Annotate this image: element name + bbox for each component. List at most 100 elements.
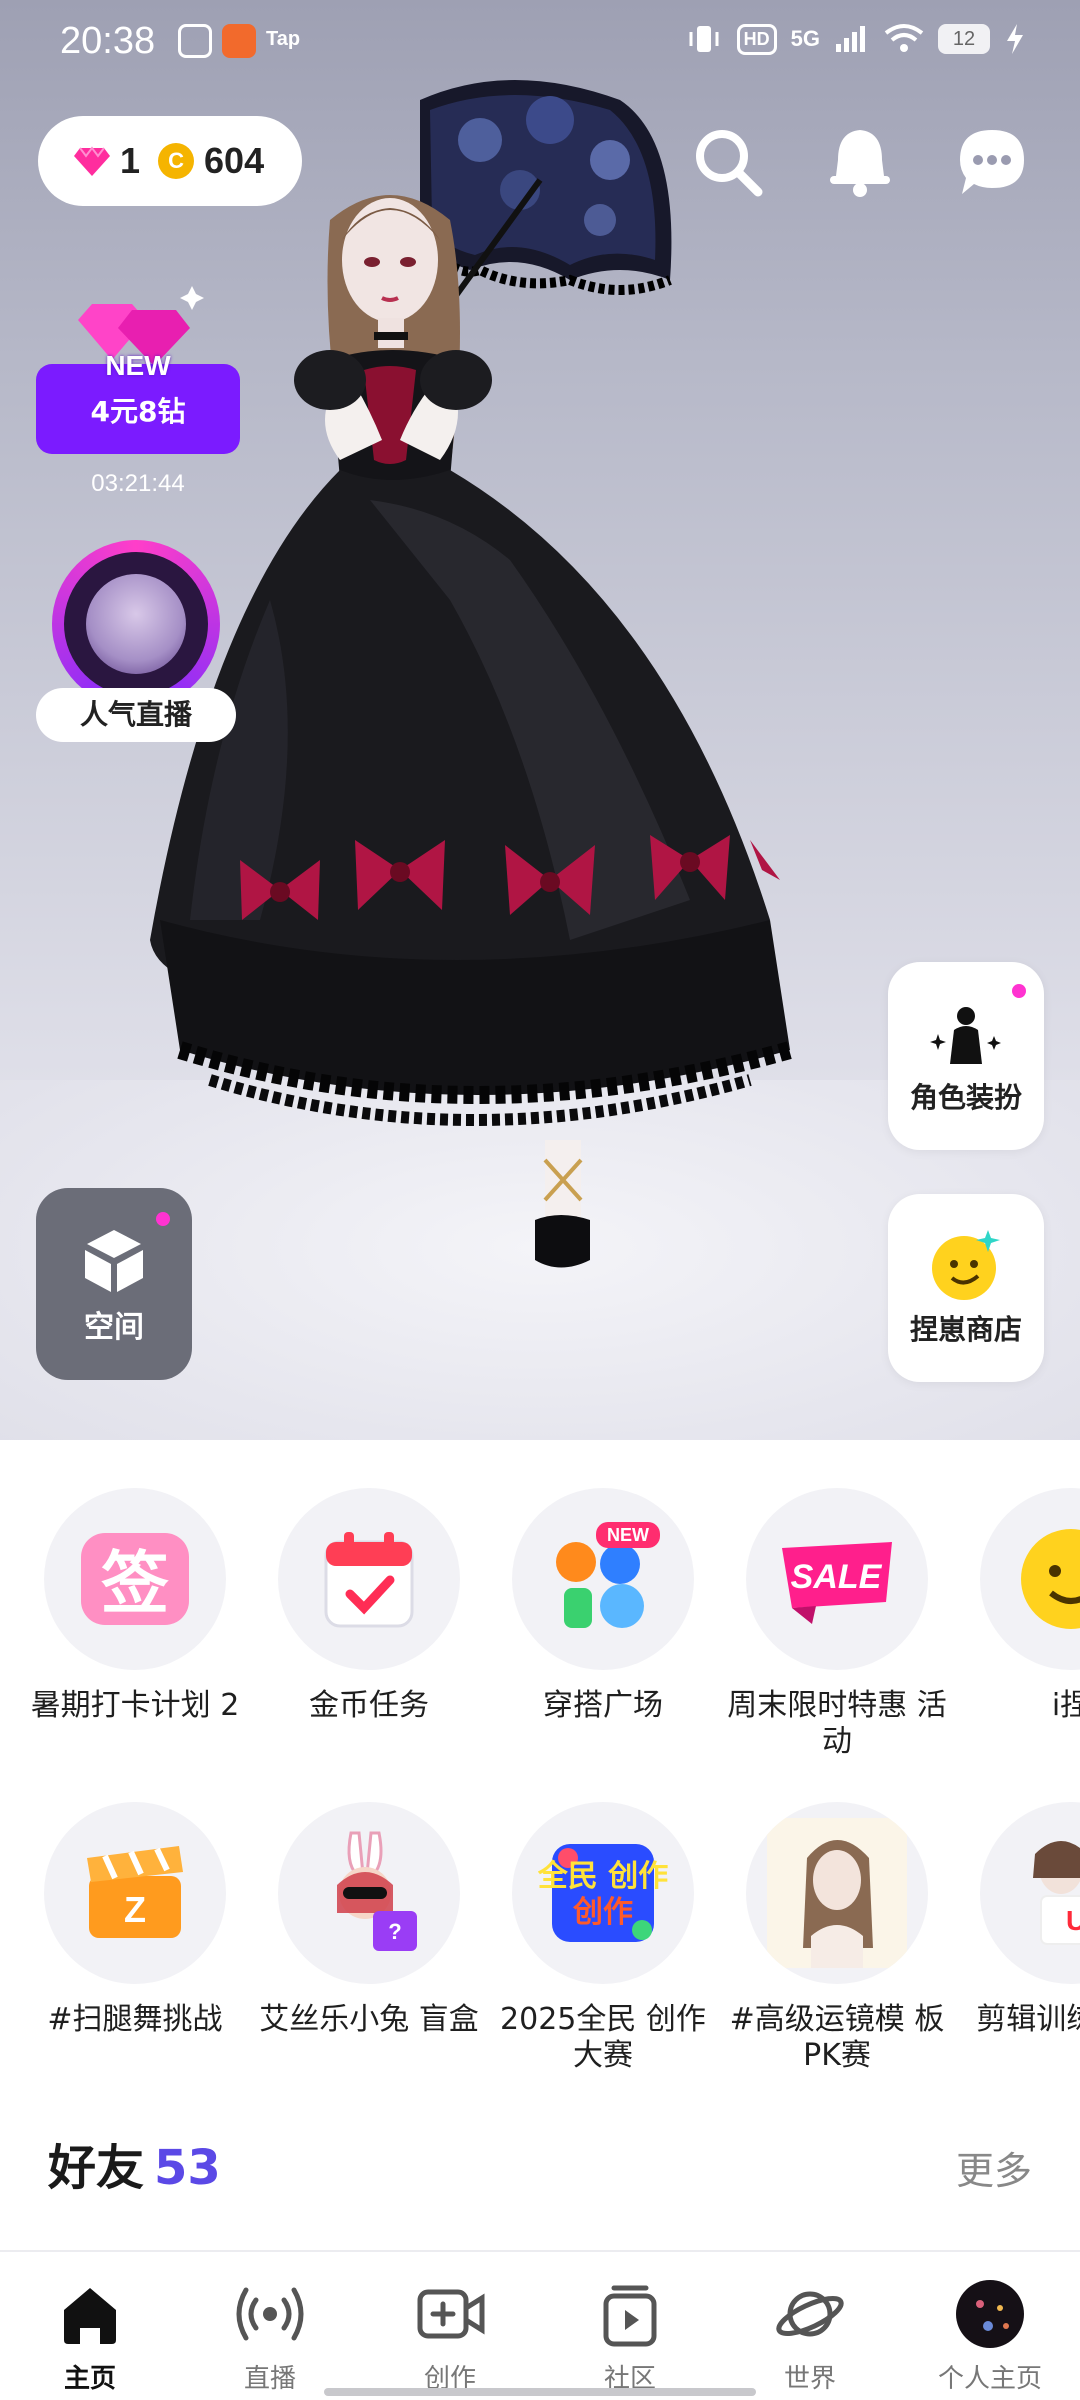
tab-world[interactable]: 世界 [720, 2252, 900, 2400]
search-icon[interactable] [690, 124, 766, 200]
feature-label: 金币任务 [309, 1688, 429, 1723]
space-label: 空间 [84, 1310, 144, 1345]
svg-text:?: ? [388, 1919, 401, 1944]
feature-item[interactable]: 金币任务 [254, 1488, 484, 1724]
space-button[interactable]: 空间 [36, 1188, 192, 1380]
chat-icon[interactable] [954, 124, 1030, 200]
diamond-count: 1 [120, 140, 141, 181]
app-notification-icon [178, 24, 212, 58]
planet-icon [776, 2291, 844, 2337]
broadcast-icon [236, 2287, 304, 2341]
feature-label: 剪辑训练 三期 [976, 2002, 1080, 2037]
diamond-icon [74, 146, 110, 176]
shop-label: 捏崽商店 [909, 1313, 1022, 1346]
app-notification-icon [222, 24, 256, 58]
vibrate-icon [689, 26, 719, 52]
video-add-icon [417, 2289, 485, 2339]
smiley-shop-icon [932, 1230, 1000, 1300]
svg-text:Z: Z [124, 1889, 146, 1930]
community-icon [603, 2285, 657, 2347]
costume-label: 角色装扮 [909, 1081, 1022, 1114]
streamer-avatar [86, 574, 186, 674]
hd-icon: HD [736, 23, 777, 55]
sale-tag-icon: SALE [746, 1488, 928, 1670]
contest-icon: 全民 创作 创作 [512, 1802, 694, 1984]
profile-avatar [956, 2280, 1024, 2348]
charging-icon [1007, 24, 1023, 54]
contest-art-text: 全民 创作 [538, 1859, 668, 1894]
smiley-icon [980, 1488, 1080, 1670]
feature-item[interactable]: ? 艾丝乐小兔 盲盒 [254, 1802, 484, 2038]
wifi-icon [884, 24, 924, 52]
feature-row: Z #扫腿舞挑战 ? 艾丝乐小兔 盲盒 全民 创作 创作 2025全民 创作大赛… [0, 1802, 1080, 2102]
calendar-check-icon [278, 1488, 460, 1670]
svg-text:签: 签 [101, 1545, 169, 1624]
tab-home[interactable]: 主页 [0, 2252, 180, 2400]
feature-item[interactable]: NEW 穿搭广场 [488, 1488, 718, 1724]
live-avatar-ring [52, 540, 220, 708]
tab-label: 个人主页 [937, 2364, 1042, 2394]
friends-header: 好友 53 [48, 2128, 221, 2198]
friends-title: 好友 [48, 2140, 145, 2196]
bell-icon[interactable] [822, 124, 898, 200]
notification-dot [1012, 984, 1026, 998]
new-badge: NEW [607, 1525, 649, 1545]
blind-box-icon: ? [278, 1802, 460, 1984]
ugc-icon: UG [980, 1802, 1080, 1984]
popular-live-label: 人气直播 [36, 688, 236, 742]
status-time: 20:38 [60, 20, 156, 62]
battery-icon: 12 [938, 24, 990, 54]
popular-live-button[interactable]: 人气直播 [36, 540, 236, 742]
home-icon [64, 2288, 116, 2344]
svg-text:创作: 创作 [572, 1895, 633, 1930]
portrait-icon [746, 1802, 928, 1984]
avatar-stage: 20:38 Tap HD 5G 12 1 C 604 4元8钻 NEW 03:2… [0, 0, 1080, 1440]
feature-label: #扫腿舞挑战 [47, 2002, 223, 2037]
avatar-character[interactable] [150, 40, 990, 1280]
feature-item[interactable]: Z #扫腿舞挑战 [20, 1802, 250, 2038]
notification-dot [156, 1212, 170, 1226]
clapperboard-icon: Z [44, 1802, 226, 1984]
feature-label: 2025全民 创作大赛 [500, 2002, 706, 2073]
tab-profile[interactable]: 个人主页 [900, 2252, 1080, 2400]
bottom-tab-bar: 主页 直播 创作 社区 世界 个人主页 [0, 2250, 1080, 2400]
feature-label: #高级运镜模 板PK赛 [729, 2002, 945, 2073]
coin-icon: C [158, 143, 195, 179]
cube-icon [85, 1230, 143, 1292]
tap-app-icon: Tap [266, 28, 301, 50]
feature-label: 周末限时特惠 活动 [727, 1688, 947, 1759]
feature-label: i捏 [1051, 1688, 1080, 1723]
sign-in-icon: 签 [44, 1488, 226, 1670]
costume-button[interactable]: 角色装扮 [888, 962, 1044, 1150]
sale-badge: SALE [791, 1558, 883, 1596]
feature-panel: 签 暑期打卡计划 2 金币任务 NEW 穿搭广场 SALE 周末限时特惠 活动 … [0, 1440, 1080, 2250]
friends-more-link[interactable]: 更多 [956, 2140, 1032, 2195]
shop-button[interactable]: 捏崽商店 [888, 1194, 1044, 1382]
signal-icon: 5G [790, 26, 820, 51]
feature-label: 暑期打卡计划 2 [30, 1688, 240, 1723]
costume-icon [930, 1007, 1001, 1064]
feature-item[interactable]: i捏 [956, 1488, 1080, 1724]
feature-item[interactable]: 签 暑期打卡计划 2 [20, 1488, 250, 1724]
new-label: NEW [105, 350, 171, 381]
currency-balance[interactable]: 1 C 604 [38, 116, 302, 206]
feature-item[interactable]: 全民 创作 创作 2025全民 创作大赛 [488, 1802, 718, 2074]
feature-item[interactable]: UG 剪辑训练 三期 [956, 1802, 1080, 2038]
tab-live[interactable]: 直播 [180, 2252, 360, 2400]
feature-label: 艾丝乐小兔 盲盒 [259, 2002, 479, 2037]
feature-row: 签 暑期打卡计划 2 金币任务 NEW 穿搭广场 SALE 周末限时特惠 活动 … [0, 1488, 1080, 1788]
ugc-art-text: UG [1066, 1905, 1080, 1936]
home-indicator[interactable] [324, 2388, 756, 2396]
status-bar: 20:38 Tap HD 5G 12 [0, 0, 1080, 84]
feature-label: 穿搭广场 [543, 1688, 663, 1723]
tab-community[interactable]: 社区 [540, 2252, 720, 2400]
offer-countdown: 03:21:44 [91, 470, 185, 497]
friends-count: 53 [154, 2140, 221, 2196]
feature-item[interactable]: SALE 周末限时特惠 活动 [722, 1488, 952, 1760]
signal-bars-icon [836, 26, 865, 52]
feature-item[interactable]: #高级运镜模 板PK赛 [722, 1802, 952, 2074]
coin-count: 604 [204, 140, 265, 181]
tab-label: 主页 [63, 2364, 116, 2394]
ootd-icon: NEW [512, 1488, 694, 1670]
tab-create[interactable]: 创作 [360, 2252, 540, 2400]
